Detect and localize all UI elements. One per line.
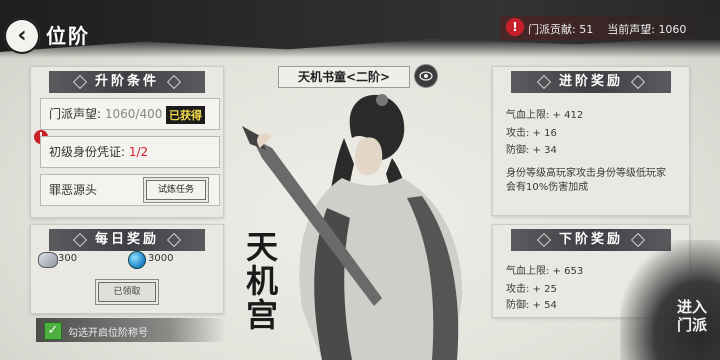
sect-name-char-3: 宫 bbox=[246, 296, 279, 334]
advance-reward-header: 进阶奖励 bbox=[511, 71, 671, 93]
title-toggle-checkbox[interactable]: ✓ bbox=[44, 322, 62, 340]
advance-hp: 气血上限: + 412 bbox=[506, 110, 584, 121]
obtained-badge: 已获得 bbox=[166, 106, 205, 124]
enter-sect-line1: 进入 bbox=[676, 298, 707, 316]
advance-atk: 攻击: + 16 bbox=[506, 128, 557, 139]
diamond-icon bbox=[72, 232, 88, 247]
rank-title: 天机书童<二阶> bbox=[278, 66, 410, 88]
condition-prestige-value: 1060/400 bbox=[104, 107, 163, 121]
enter-sect-button[interactable]: 进入 门派 bbox=[668, 298, 716, 354]
prestige-label: 当前声望: bbox=[607, 23, 655, 36]
next-reward-title: 下阶奖励 bbox=[558, 232, 623, 247]
condition-row-credential: 初级身份凭证: 1/2 bbox=[40, 136, 220, 168]
contribution-value: 51 bbox=[579, 23, 594, 36]
advance-note-line1: 身份等级高玩家攻击身份等级低玩家 bbox=[506, 168, 666, 179]
title-toggle-label: 勾选开启位阶称号 bbox=[68, 328, 148, 339]
trial-quest-button[interactable]: 试炼任务 bbox=[146, 180, 206, 200]
advance-note-line2: 会有10%伤害加成 bbox=[506, 182, 589, 193]
claimed-button[interactable]: 已领取 bbox=[98, 282, 156, 302]
blue-orb-icon bbox=[128, 251, 146, 269]
promote-conditions-header: 升阶条件 bbox=[49, 71, 205, 93]
daily-reward-header: 每日奖励 bbox=[49, 229, 205, 251]
condition-prestige-label: 门派声望: bbox=[49, 107, 102, 121]
back-icon: ‹ bbox=[17, 23, 27, 48]
next-hp: 气血上限: + 653 bbox=[506, 266, 584, 277]
diamond-icon bbox=[166, 74, 182, 89]
enter-sect-line2: 门派 bbox=[676, 316, 707, 334]
diamond-icon bbox=[166, 232, 182, 247]
daily-reward-title: 每日奖励 bbox=[94, 232, 159, 247]
daily-orb-value: 3000 bbox=[148, 253, 174, 264]
next-atk: 攻击: + 25 bbox=[506, 284, 557, 295]
advance-reward-title: 进阶奖励 bbox=[558, 74, 623, 89]
condition-credential-label: 初级身份凭证: bbox=[49, 145, 126, 159]
next-def: 防御: + 54 bbox=[506, 300, 557, 311]
silver-ingot-icon bbox=[38, 252, 58, 268]
condition-quest-label: 罪恶源头 bbox=[49, 183, 98, 197]
stat-text: 门派贡献: 51 当前声望: 1060 bbox=[528, 21, 686, 37]
diamond-icon bbox=[630, 74, 646, 89]
condition-credential-value: 1/2 bbox=[128, 145, 149, 159]
advance-def: 防御: + 34 bbox=[506, 145, 557, 156]
prestige-value: 1060 bbox=[658, 23, 687, 36]
diamond-icon bbox=[536, 232, 552, 247]
page-title: 位阶 bbox=[46, 24, 90, 48]
warning-icon[interactable]: ! bbox=[506, 18, 524, 36]
diamond-icon bbox=[536, 74, 552, 89]
promote-conditions-title: 升阶条件 bbox=[94, 74, 159, 89]
diamond-icon bbox=[72, 74, 88, 89]
eye-glyph bbox=[419, 71, 433, 81]
eye-icon[interactable] bbox=[414, 64, 438, 88]
back-button[interactable]: ‹ bbox=[4, 18, 40, 54]
daily-silver-value: 300 bbox=[58, 253, 78, 264]
contribution-label: 门派贡献: bbox=[528, 23, 576, 36]
